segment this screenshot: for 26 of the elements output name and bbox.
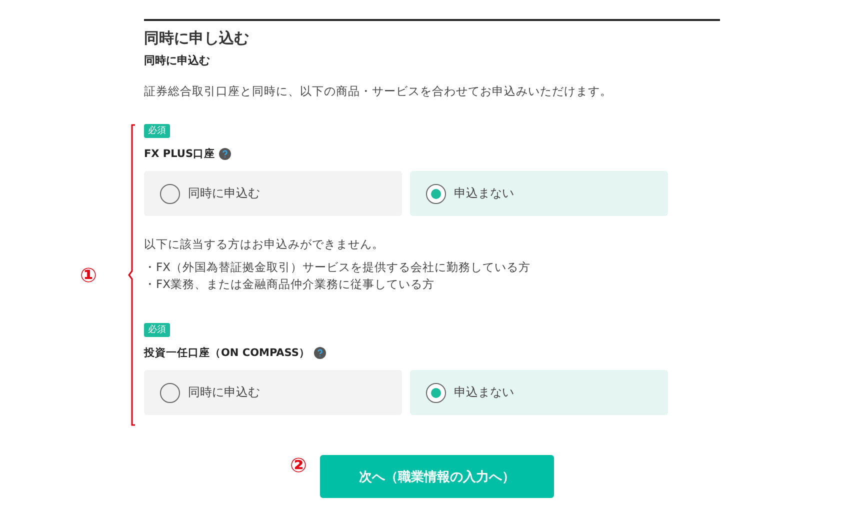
option-label: 申込まない [454, 384, 514, 401]
notice-text: 以下に該当する方はお申込みができません。 [144, 236, 385, 252]
radio-option[interactable]: 申込まない [410, 171, 668, 216]
required-badge: 必須 [144, 124, 170, 138]
subheading: 同時に申込む [144, 53, 211, 69]
annotation-number: ② [290, 454, 308, 476]
product-label: FX PLUS口座 [144, 147, 216, 162]
option-label: 同時に申込む [188, 384, 260, 401]
option-label: 同時に申込む [188, 185, 260, 202]
annotation-number: ① [80, 264, 98, 286]
option-label: 申込まない [454, 185, 514, 202]
radio-icon[interactable] [160, 382, 180, 402]
help-icon[interactable] [314, 347, 326, 359]
radio-option[interactable]: 同時に申込む [144, 171, 402, 216]
help-icon[interactable] [219, 148, 232, 160]
radio-option[interactable]: 同時に申込む [144, 370, 402, 415]
section-heading: 同時に申し込む [144, 28, 250, 48]
required-badge: 必須 [144, 323, 170, 337]
radio-icon[interactable] [160, 184, 180, 204]
product-label: 投資一任口座（ON COMPASS） [144, 346, 310, 361]
radio-icon[interactable] [426, 382, 446, 402]
radio-option[interactable]: 申込まない [410, 370, 668, 415]
condition-item: ・FX（外国為替証拠金取引）サービスを提供する会社に勤務している方 [144, 259, 532, 276]
description-text: 証券総合取引口座と同時に、以下の商品・サービスを合わせてお申込みいただけます。 [144, 83, 613, 99]
radio-icon[interactable] [426, 184, 446, 204]
condition-item: ・FX業務、または金融商品仲介業務に従事している方 [144, 276, 436, 293]
